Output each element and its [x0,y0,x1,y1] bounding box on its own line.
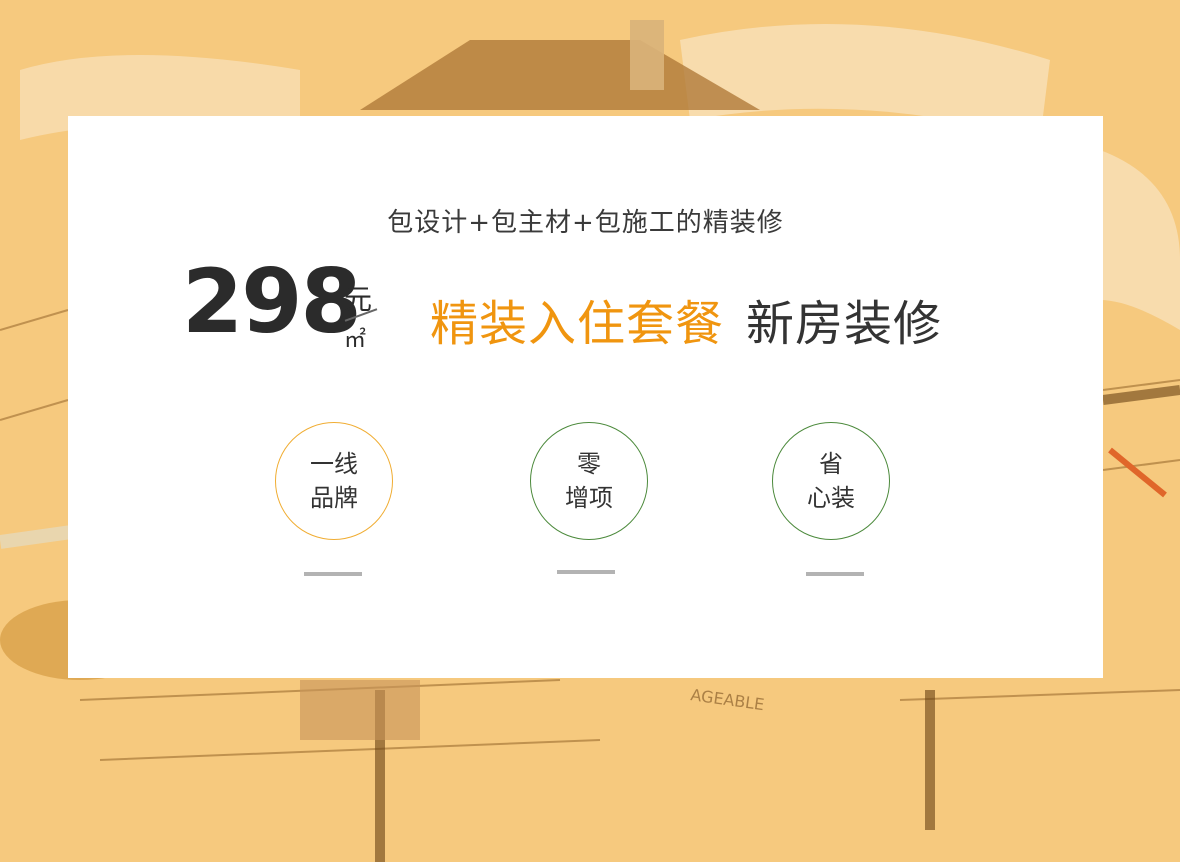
price-amount: 298 [182,250,362,353]
feature-divider [304,572,362,576]
feature-line: 省 [819,450,843,478]
tagline: 包设计+包主材+包施工的精装修 [387,208,784,238]
feature-line: 心装 [807,484,855,512]
feature-divider [806,572,864,576]
price-unit-area: ㎡ [344,328,367,353]
feature-badge-worry-free: 省 心装 [772,422,890,540]
feature-line: 增项 [565,484,613,512]
feature-line: 品牌 [310,484,358,512]
feature-badge-no-extras: 零 增项 [530,422,648,540]
headline-rest: 新房装修 [746,296,943,352]
headline-highlight: 精装入住套餐 [430,296,725,352]
feature-divider [557,570,615,574]
feature-line: 一线 [310,450,358,478]
promo-card: 包设计+包主材+包施工的精装修 298 元 ㎡ 精装入住套餐 新房装修 一线 品… [68,116,1103,678]
feature-badge-brand: 一线 品牌 [275,422,393,540]
feature-line: 零 [577,450,601,478]
